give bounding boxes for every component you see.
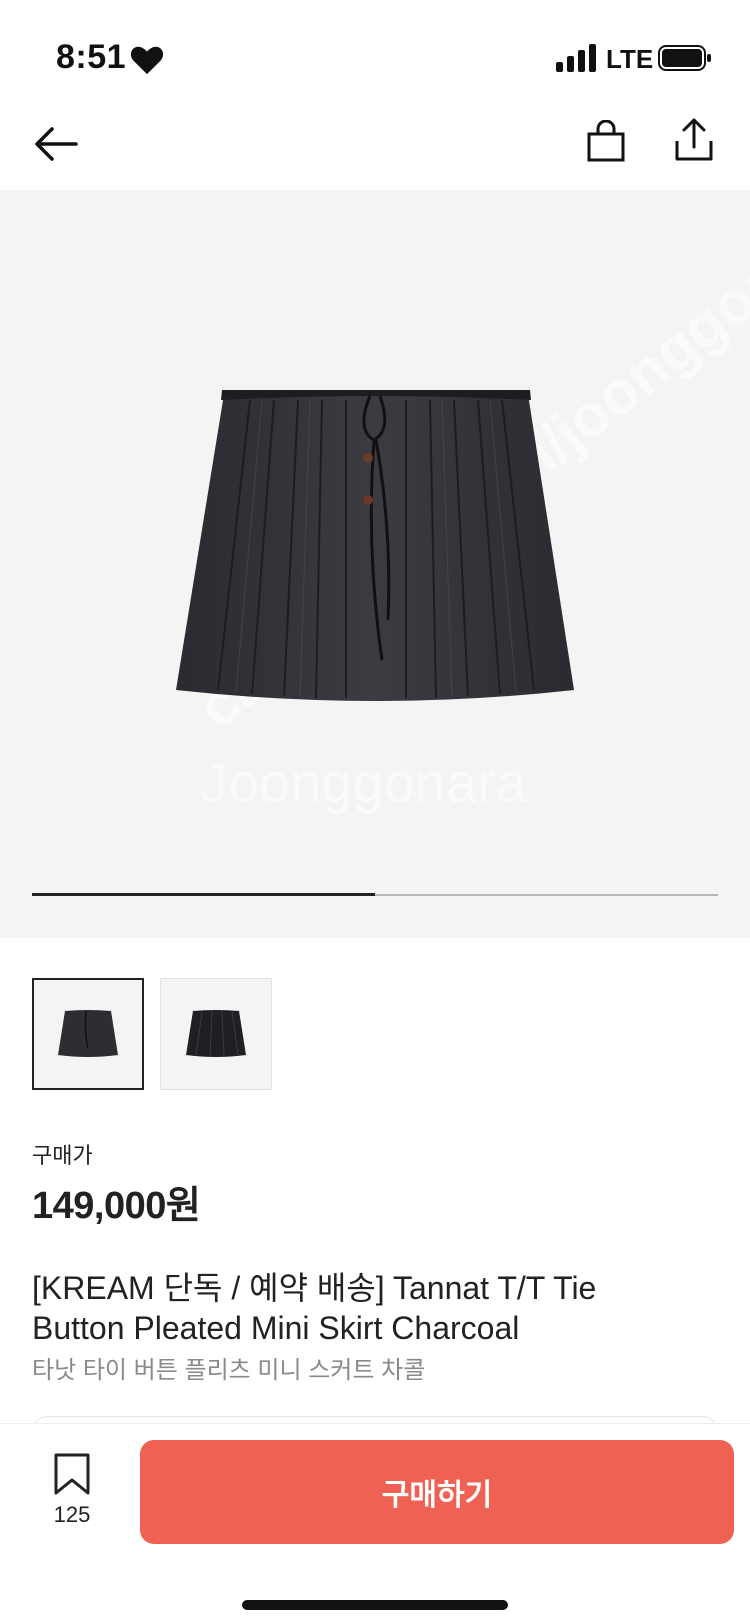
thumbnail-list: [32, 978, 272, 1090]
buy-button[interactable]: 구매하기: [140, 1440, 734, 1544]
price-label: 구매가: [32, 1143, 93, 1168]
price-value: 149,000원: [32, 1185, 201, 1227]
skirt-thumbnail-image: [58, 1010, 118, 1057]
bookmark-icon: [54, 1453, 90, 1495]
back-arrow-icon: [35, 127, 78, 161]
status-bar: 8:51 LTE: [0, 0, 750, 100]
home-indicator: [242, 1600, 508, 1610]
share-button[interactable]: [666, 112, 722, 168]
product-subtitle: 타낫 타이 버튼 플리츠 미니 스커트 차콜: [32, 1357, 426, 1384]
status-time: 8:51: [56, 38, 127, 76]
battery-icon: [658, 45, 711, 71]
heart-icon: [130, 46, 164, 75]
top-nav: [0, 100, 750, 190]
shopping-bag-button[interactable]: [578, 114, 634, 170]
thumbnail-2[interactable]: [160, 978, 272, 1090]
carousel-progress-fill: [32, 893, 375, 896]
share-icon: [675, 118, 713, 161]
shopping-bag-icon: [587, 120, 625, 162]
bottom-action-bar: 125 구매하기: [0, 1424, 750, 1624]
wishlist-button[interactable]: 125: [42, 1452, 102, 1544]
back-button[interactable]: [28, 116, 84, 172]
signal-icon: [556, 44, 596, 72]
watermark: Joonggonara: [200, 751, 527, 814]
product-image-carousel[interactable]: cafe.naver.com/joonggonara Joonggonara: [0, 190, 750, 938]
skirt-thumbnail-image: [186, 1010, 246, 1058]
carousel-progress: [32, 893, 718, 896]
wishlist-count: 125: [53, 1502, 91, 1527]
skirt-image: [176, 390, 574, 701]
thumbnail-1[interactable]: [32, 978, 144, 1090]
network-type: LTE: [606, 44, 654, 74]
product-title: [KREAM 단독 / 예약 배송] Tannat T/T Tie Button…: [32, 1270, 597, 1346]
